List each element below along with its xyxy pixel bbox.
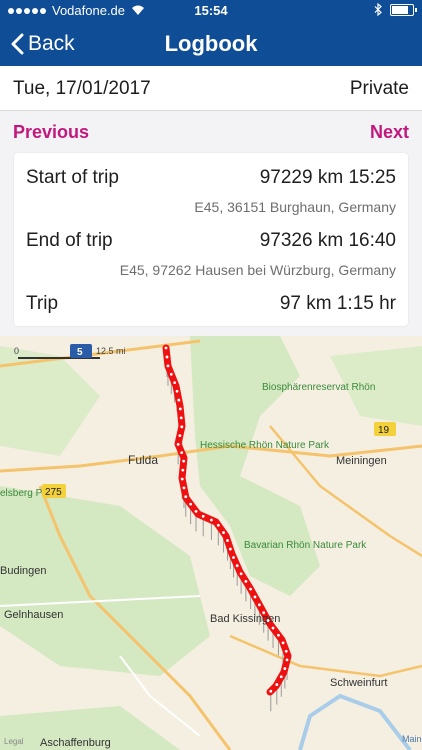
route-waypoint	[266, 619, 270, 622]
route-waypoint	[180, 477, 184, 481]
park-label-biosphere: Biosphärenreservat Rhön	[262, 382, 375, 393]
route-waypoint	[166, 364, 170, 368]
end-label: End of trip	[26, 230, 113, 251]
city-label-meiningen: Meiningen	[336, 455, 387, 467]
route-waypoint	[257, 603, 261, 607]
route-waypoint	[173, 381, 177, 385]
start-address: E45, 36151 Burghaun, Germany	[194, 199, 396, 215]
trip-date: Tue, 17/01/2017	[13, 78, 151, 99]
forest-area	[0, 486, 210, 676]
scale-km-label: 5	[77, 347, 83, 358]
route-waypoint	[189, 502, 193, 506]
route-waypoint	[178, 434, 182, 438]
route-waypoint	[239, 572, 243, 576]
end-address: E45, 97262 Hausen bei Würzburg, Germany	[119, 262, 396, 278]
route-waypoint	[182, 459, 186, 463]
map-canvas[interactable]: 0 5 12.5 mi Fulda Meiningen Biosphärenre…	[0, 336, 422, 750]
city-label-fulda: Fulda	[128, 453, 158, 467]
city-label-bad-kissingen: Bad Kissingen	[210, 613, 280, 625]
forest-area	[0, 346, 100, 456]
route-waypoint	[176, 442, 180, 446]
city-label-budingen: Budingen	[0, 565, 47, 577]
chevron-left-icon	[11, 33, 24, 55]
status-bar: Vodafone.de 15:54	[0, 0, 422, 22]
route-waypoint	[226, 539, 229, 542]
route-waypoint	[249, 587, 253, 591]
road-label-19: 19	[378, 425, 390, 436]
city-label-aschaffenburg: Aschaffenburg	[40, 737, 111, 749]
route-waypoint	[222, 531, 225, 534]
route-waypoint	[262, 611, 266, 615]
route-waypoint	[235, 564, 239, 568]
route-waypoint	[210, 518, 213, 522]
route-map[interactable]: 0 5 12.5 mi Fulda Meiningen Biosphärenre…	[0, 336, 422, 750]
trip-category[interactable]: Private	[350, 78, 409, 100]
end-value: 97326 km 16:40	[259, 230, 396, 251]
forest-area	[190, 336, 320, 596]
start-value: 97229 km 15:25	[259, 167, 396, 188]
route-waypoint	[179, 416, 183, 420]
route-waypoint	[285, 658, 289, 662]
route-waypoint	[165, 355, 169, 359]
road	[229, 634, 422, 678]
route-waypoint	[228, 547, 232, 551]
park-label-bavarian-rhoen: Bavarian Rhön Nature Park	[244, 540, 367, 551]
route-waypoint	[177, 398, 181, 402]
route-waypoint	[271, 626, 275, 630]
route-waypoint	[180, 425, 184, 429]
route-waypoint	[182, 486, 186, 490]
route-waypoint	[164, 346, 168, 350]
scale-zero-label: 0	[14, 346, 19, 356]
route-waypoint	[201, 514, 205, 518]
route-waypoint	[194, 509, 198, 513]
route-waypoint	[275, 683, 279, 686]
route-waypoint	[244, 580, 248, 583]
river	[298, 693, 412, 750]
route-waypoint	[178, 407, 182, 411]
route-waypoint	[216, 523, 220, 527]
route-waypoint	[279, 675, 283, 679]
map-legal-link[interactable]: Legal	[4, 737, 24, 746]
bluetooth-icon	[374, 3, 382, 16]
battery-icon	[390, 3, 417, 16]
status-time: 15:54	[194, 3, 228, 18]
route-waypoint	[283, 667, 287, 670]
river-label-main: Main	[402, 734, 422, 744]
route-waypoint	[232, 556, 235, 559]
route-waypoint	[284, 649, 288, 653]
start-label: Start of trip	[26, 167, 119, 188]
route-waypoint	[169, 372, 173, 376]
route-waypoint	[184, 495, 188, 499]
previous-button[interactable]: Previous	[13, 122, 89, 143]
route-waypoint	[281, 641, 285, 645]
route-waypoint	[181, 468, 185, 472]
route-waypoint	[277, 633, 280, 637]
route-waypoint	[269, 689, 273, 693]
navigation-bar: Back Logbook	[0, 22, 422, 66]
route-waypoint	[253, 595, 257, 599]
trip-details-card: Start of trip 97229 km 15:25 E45, 36151 …	[14, 153, 408, 326]
trip-label: Trip	[26, 293, 59, 314]
back-button[interactable]: Back	[10, 22, 75, 66]
trip-value: 97 km 1:15 hr	[279, 293, 396, 314]
route-waypoint	[175, 389, 179, 393]
trip-pager: Previous Next	[0, 112, 422, 152]
park-label-hessische-rhoen: Hessische Rhön Nature Park	[200, 440, 330, 451]
city-label-schweinfurt: Schweinfurt	[330, 677, 387, 689]
next-button[interactable]: Next	[370, 122, 409, 143]
city-label-gelnhausen: Gelnhausen	[4, 609, 63, 621]
route-waypoint	[180, 451, 184, 455]
road-label-275: 275	[45, 487, 62, 498]
date-bar: Tue, 17/01/2017 Private	[0, 66, 422, 111]
back-label: Back	[28, 32, 75, 55]
scale-mi-label: 12.5 mi	[96, 346, 126, 356]
